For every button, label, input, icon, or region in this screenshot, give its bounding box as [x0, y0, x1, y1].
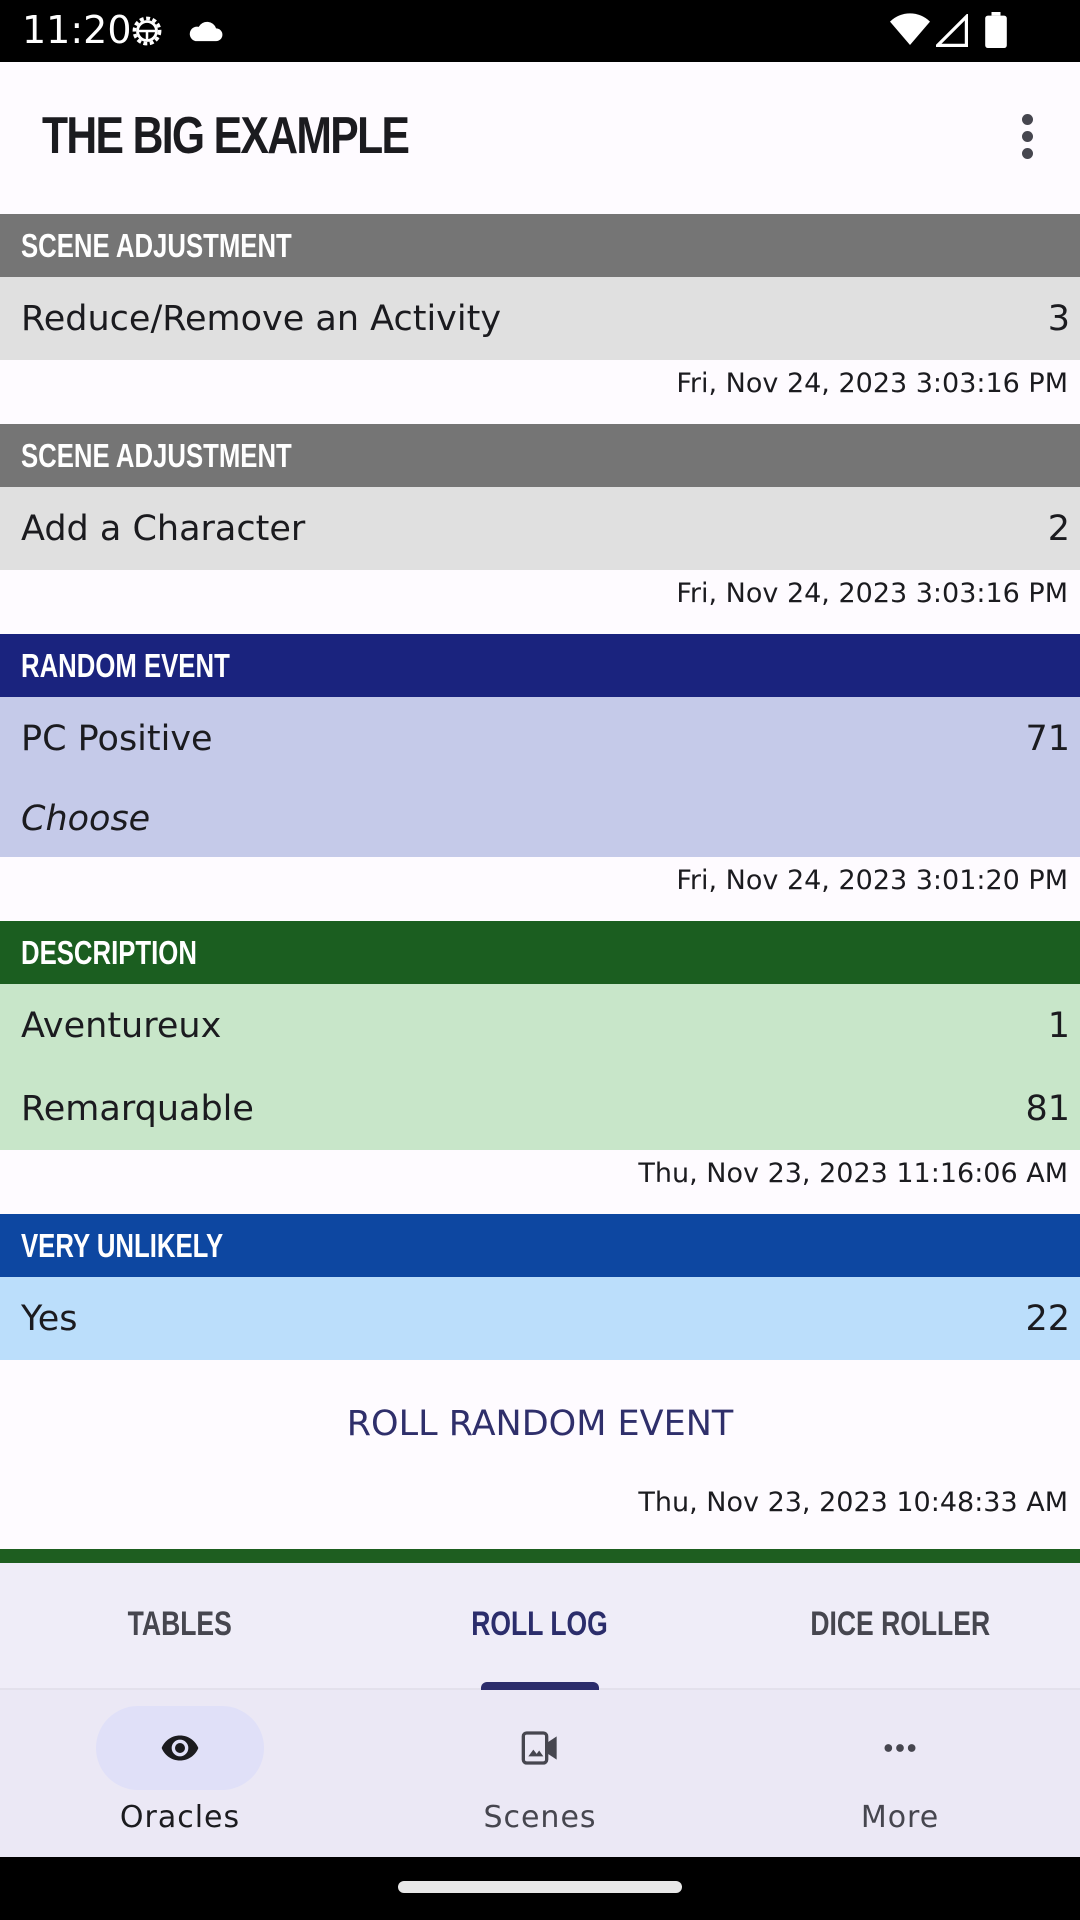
- tab-roll-log[interactable]: ROLL LOG: [360, 1563, 720, 1690]
- home-gesture-handle[interactable]: [398, 1881, 682, 1893]
- result-label: Choose: [21, 798, 151, 839]
- battery-icon: [985, 12, 1007, 53]
- entry-timestamp: Thu, Nov 23, 2023 11:16:06 AM: [638, 1158, 1068, 1189]
- result-label: Reduce/Remove an Activity: [21, 298, 502, 339]
- result-label: Aventureux: [21, 1005, 222, 1046]
- log-entry: SCENE ADJUSTMENT Reduce/Remove an Activi…: [0, 214, 1080, 424]
- result-row: PC Positive 71: [0, 697, 1080, 780]
- system-navigation-bar: [0, 1857, 1080, 1920]
- nav-label: More: [860, 1800, 940, 1835]
- nav-label: Scenes: [483, 1800, 597, 1835]
- entry-timestamp: Fri, Nov 24, 2023 3:01:20 PM: [676, 865, 1068, 896]
- signal-icon: [933, 12, 968, 53]
- entry-category-header: RANDOM EVENT: [0, 634, 1080, 697]
- entry-category-header: SCENE ADJUSTMENT: [0, 424, 1080, 487]
- result-row: Reduce/Remove an Activity 3: [0, 277, 1080, 360]
- roll-random-event-button[interactable]: ROLL RANDOM EVENT: [0, 1360, 1080, 1488]
- result-label: Yes: [21, 1298, 78, 1339]
- result-row: Remarquable 81: [0, 1067, 1080, 1150]
- android-gear-icon: [128, 12, 166, 55]
- entry-category-header: VERY UNLIKELY: [0, 1214, 1080, 1277]
- eye-icon: [160, 1728, 200, 1768]
- nav-more[interactable]: More: [720, 1690, 1080, 1857]
- next-entry-header-partial: [0, 1549, 1080, 1563]
- entry-timestamp: Fri, Nov 24, 2023 3:03:16 PM: [676, 578, 1068, 609]
- nav-scenes[interactable]: Scenes: [360, 1690, 720, 1857]
- nav-oracles[interactable]: Oracles: [0, 1690, 360, 1857]
- tab-tables[interactable]: TABLES: [0, 1563, 360, 1688]
- page-title: THE BIG EXAMPLE: [42, 107, 410, 165]
- roll-log-list: SCENE ADJUSTMENT Reduce/Remove an Activi…: [0, 214, 1080, 1548]
- log-entry: DESCRIPTION Aventureux 1 Remarquable 81 …: [0, 921, 1080, 1214]
- video-camera-icon: [520, 1728, 560, 1768]
- result-label: Add a Character: [21, 508, 306, 549]
- entry-timestamp: Thu, Nov 23, 2023 10:48:33 AM: [638, 1487, 1068, 1518]
- result-row: Aventureux 1: [0, 984, 1080, 1067]
- cloud-icon: [186, 16, 224, 49]
- result-row: Add a Character 2: [0, 487, 1080, 570]
- app-bar: THE BIG EXAMPLE: [0, 62, 1080, 214]
- more-horiz-icon: [880, 1728, 920, 1768]
- result-value: 22: [1025, 1298, 1070, 1339]
- nav-label: Oracles: [119, 1800, 241, 1835]
- log-entry: SCENE ADJUSTMENT Add a Character 2 Fri, …: [0, 424, 1080, 634]
- result-label: PC Positive: [21, 718, 213, 759]
- entry-category-header: DESCRIPTION: [0, 921, 1080, 984]
- tab-dice-roller[interactable]: DICE ROLLER: [720, 1563, 1080, 1688]
- status-bar: 11:20: [0, 0, 1080, 62]
- result-value: 3: [1047, 298, 1070, 339]
- entry-timestamp: Fri, Nov 24, 2023 3:03:16 PM: [676, 368, 1068, 399]
- tab-bar: TABLES ROLL LOG DICE ROLLER: [0, 1563, 1080, 1690]
- result-label: Remarquable: [21, 1088, 254, 1129]
- result-value: 1: [1047, 1005, 1070, 1046]
- bottom-navigation: Oracles Scenes More: [0, 1690, 1080, 1857]
- status-time: 11:20: [22, 8, 132, 52]
- more-vert-icon[interactable]: [1012, 114, 1042, 162]
- result-row: Yes 22: [0, 1277, 1080, 1360]
- result-value: 81: [1025, 1088, 1070, 1129]
- result-row: Choose: [0, 780, 1080, 857]
- log-entry: VERY UNLIKELY Yes 22 ROLL RANDOM EVENT T…: [0, 1214, 1080, 1548]
- entry-category-header: SCENE ADJUSTMENT: [0, 214, 1080, 277]
- result-value: 2: [1047, 508, 1070, 549]
- log-entry: RANDOM EVENT PC Positive 71 Choose Fri, …: [0, 634, 1080, 921]
- result-value: 71: [1025, 718, 1070, 759]
- active-tab-indicator: [481, 1682, 599, 1690]
- wifi-icon: [890, 12, 930, 53]
